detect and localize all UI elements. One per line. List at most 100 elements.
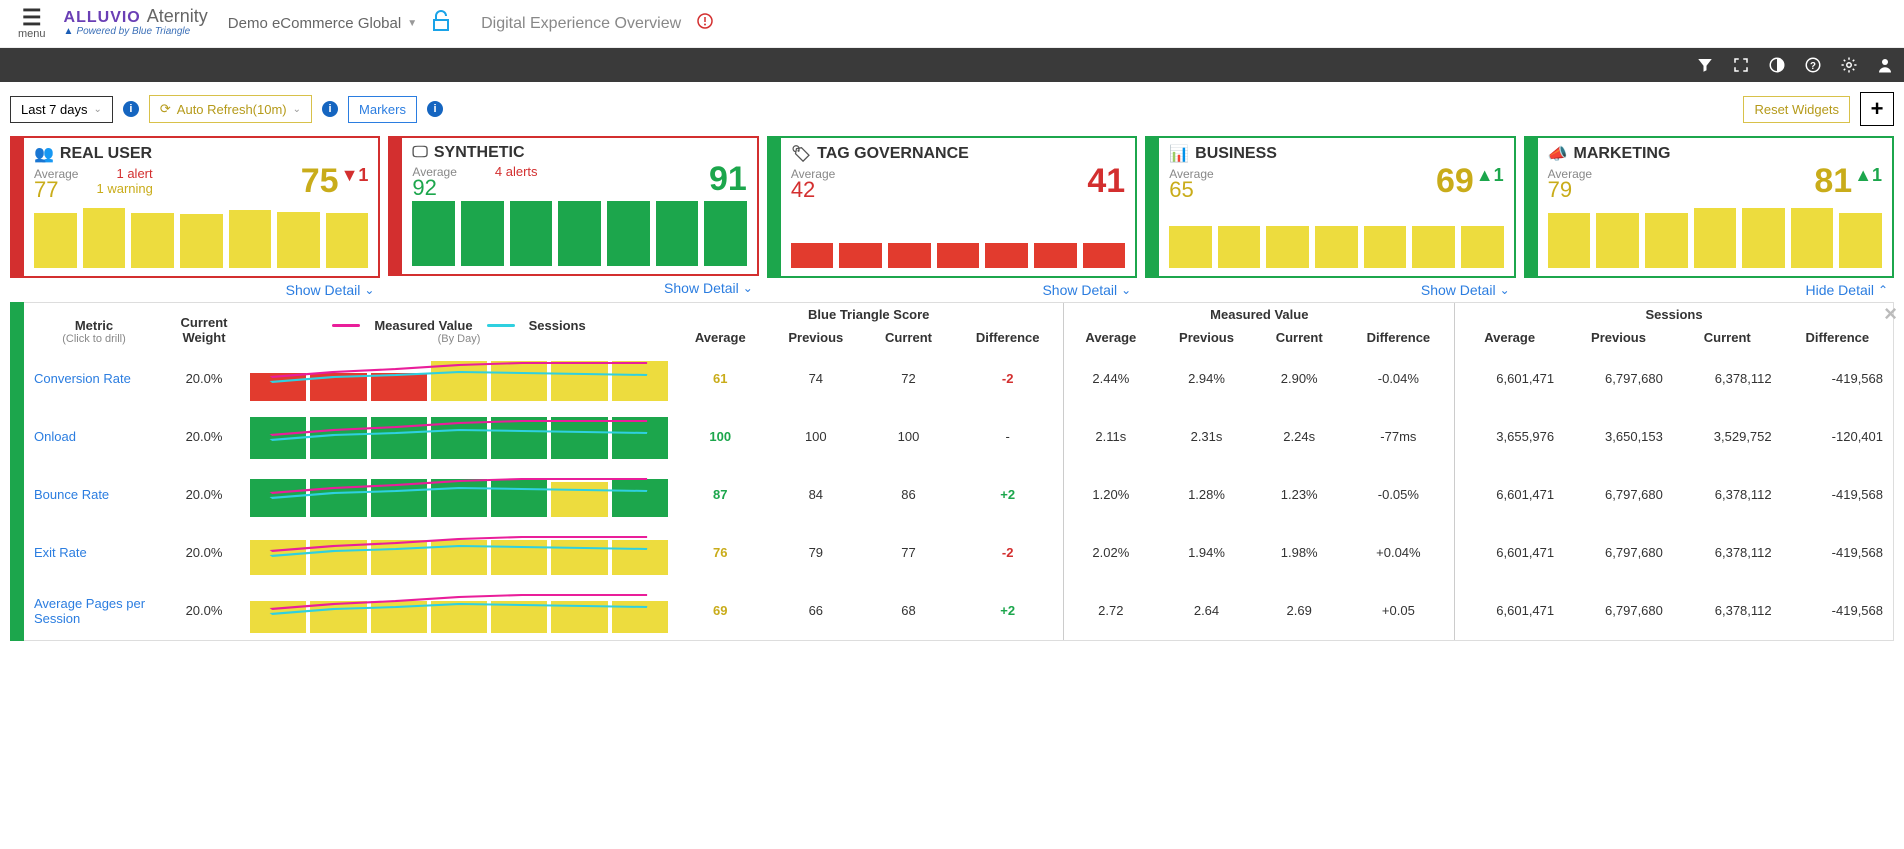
ss-prev: 6,797,680 (1564, 350, 1673, 408)
mv-prev: 1.94% (1157, 524, 1256, 582)
menu-button[interactable]: ☰ menu (10, 6, 54, 42)
bt-diff: +2 (1000, 487, 1015, 502)
card-title: MARKETING (1574, 145, 1671, 163)
ss-diff: -419,568 (1782, 466, 1893, 524)
ss-prev: 6,797,680 (1564, 524, 1673, 582)
daterange-button[interactable]: Last 7 days ⌄ (10, 96, 113, 123)
info-icon[interactable]: i (427, 101, 443, 117)
sparkline-bars (1169, 208, 1503, 268)
ss-avg: 6,601,471 (1455, 524, 1564, 582)
mv-diff: -0.04% (1343, 350, 1455, 408)
alert-icon[interactable] (697, 13, 713, 34)
weight-cell: 20.0% (164, 350, 244, 408)
reset-widgets-button[interactable]: Reset Widgets (1743, 96, 1850, 123)
sparkline-bars (34, 208, 368, 268)
autorefresh-button[interactable]: ⟳ Auto Refresh(10m) ⌄ (149, 95, 312, 123)
table-row: Conversion Rate 20.0% 61 74 72 -2 2.44% … (24, 350, 1893, 408)
mv-cur: 1.23% (1256, 466, 1343, 524)
sparkline-bars (791, 208, 1125, 268)
group-ss: Sessions (1455, 303, 1893, 326)
card-marketing[interactable]: 📣MARKETING Average 79 81▲1 (1524, 136, 1894, 278)
mv-diff: -0.05% (1343, 466, 1455, 524)
current-value: 41 (1087, 166, 1125, 196)
chart-legend: Measured Value Sessions (250, 318, 668, 333)
trend-indicator: ▲1 (1854, 166, 1882, 184)
chevron-icon: ⌃ (1878, 283, 1888, 297)
bt-prev: 66 (767, 582, 866, 640)
brand-block: ALLUVIO Aternity ▲Powered by Blue Triang… (64, 9, 208, 39)
detail-toggle-marketing[interactable]: Hide Detail ⌃ (1524, 278, 1894, 298)
table-row: Exit Rate 20.0% 76 79 77 -2 2.02% 1.94% … (24, 524, 1893, 582)
mv-avg: 2.44% (1064, 350, 1157, 408)
mv-cur: 1.98% (1256, 524, 1343, 582)
bt-cur: 100 (865, 408, 952, 466)
markers-button[interactable]: Markers (348, 96, 417, 123)
info-icon[interactable]: i (123, 101, 139, 117)
card-title: BUSINESS (1195, 145, 1277, 163)
col-average: Average (1455, 326, 1564, 350)
detail-link-label: Show Detail (664, 280, 739, 296)
metric-link[interactable]: Onload (34, 429, 76, 444)
detail-toggle-realuser[interactable]: Show Detail ⌄ (10, 278, 380, 298)
detail-link-label: Hide Detail (1805, 282, 1873, 298)
current-value: 69▲1 (1436, 166, 1504, 196)
chevron-down-icon: ⌄ (293, 104, 301, 115)
sparkline-bars (412, 206, 746, 266)
col-weight: Current Weight (170, 315, 238, 345)
metric-link[interactable]: Bounce Rate (34, 487, 109, 502)
mini-chart (250, 415, 668, 459)
detail-toggle-business[interactable]: Show Detail ⌄ (1145, 278, 1515, 298)
col-metric: Metric (30, 318, 158, 333)
metric-link[interactable]: Average Pages per Session (34, 596, 158, 626)
ss-cur: 6,378,112 (1673, 350, 1782, 408)
chevron-icon: ⌄ (743, 281, 753, 295)
weight-cell: 20.0% (164, 582, 244, 640)
card-title: TAG GOVERNANCE (817, 145, 969, 163)
chevron-icon: ⌄ (1121, 283, 1131, 297)
mv-prev: 2.94% (1157, 350, 1256, 408)
info-icon[interactable]: i (322, 101, 338, 117)
card-synthetic[interactable]: 🖵SYNTHETIC Average 92 4 alerts 91 (388, 136, 758, 276)
detail-toggle-synthetic[interactable]: Show Detail ⌄ (388, 276, 758, 296)
fullscreen-icon[interactable] (1732, 56, 1750, 74)
brand-powered: ▲Powered by Blue Triangle (64, 25, 208, 39)
metric-link[interactable]: Exit Rate (34, 545, 87, 560)
mv-diff: +0.04% (1343, 524, 1455, 582)
settings-icon[interactable] (1840, 56, 1858, 74)
help-icon[interactable]: ? (1804, 56, 1822, 74)
contrast-icon[interactable] (1768, 56, 1786, 74)
detail-table: Metric (Click to drill) Current Weight M… (24, 303, 1893, 640)
avg-value: 77 (34, 182, 78, 198)
mv-avg: 1.20% (1064, 466, 1157, 524)
legend-sessions-swatch (487, 324, 515, 327)
add-widget-button[interactable]: + (1860, 92, 1894, 126)
col-current: Current (1256, 326, 1343, 350)
metric-link[interactable]: Conversion Rate (34, 371, 131, 386)
filter-icon[interactable] (1696, 56, 1714, 74)
col-current: Current (1673, 326, 1782, 350)
summary-cards-row: 👥REAL USER Average 77 1 alert 1 warning … (0, 136, 1904, 302)
close-icon[interactable]: × (1884, 301, 1897, 327)
avg-value: 92 (412, 180, 456, 196)
card-tag[interactable]: 🏷TAG GOVERNANCE Average 42 41 (767, 136, 1137, 278)
tenant-selector[interactable]: Demo eCommerce Global ▼ (228, 15, 417, 32)
bt-avg: 100 (709, 429, 731, 444)
user-icon[interactable] (1876, 56, 1894, 74)
mv-avg: 2.02% (1064, 524, 1157, 582)
ss-diff: -120,401 (1782, 408, 1893, 466)
card-business[interactable]: 📊BUSINESS Average 65 69▲1 (1145, 136, 1515, 278)
detail-accent-bar (10, 302, 24, 641)
card-title: SYNTHETIC (434, 144, 525, 162)
detail-toggle-tag[interactable]: Show Detail ⌄ (767, 278, 1137, 298)
warning-text: 1 warning (96, 181, 152, 196)
ss-avg: 6,601,471 (1455, 582, 1564, 640)
unlock-icon[interactable] (431, 10, 451, 38)
bt-prev: 84 (767, 466, 866, 524)
mini-chart (250, 589, 668, 633)
daterange-label: Last 7 days (21, 102, 88, 117)
col-previous: Previous (1157, 326, 1256, 350)
card-realuser[interactable]: 👥REAL USER Average 77 1 alert 1 warning … (10, 136, 380, 278)
mv-cur: 2.69 (1256, 582, 1343, 640)
legend-measured-swatch (332, 324, 360, 327)
col-average: Average (674, 326, 767, 350)
